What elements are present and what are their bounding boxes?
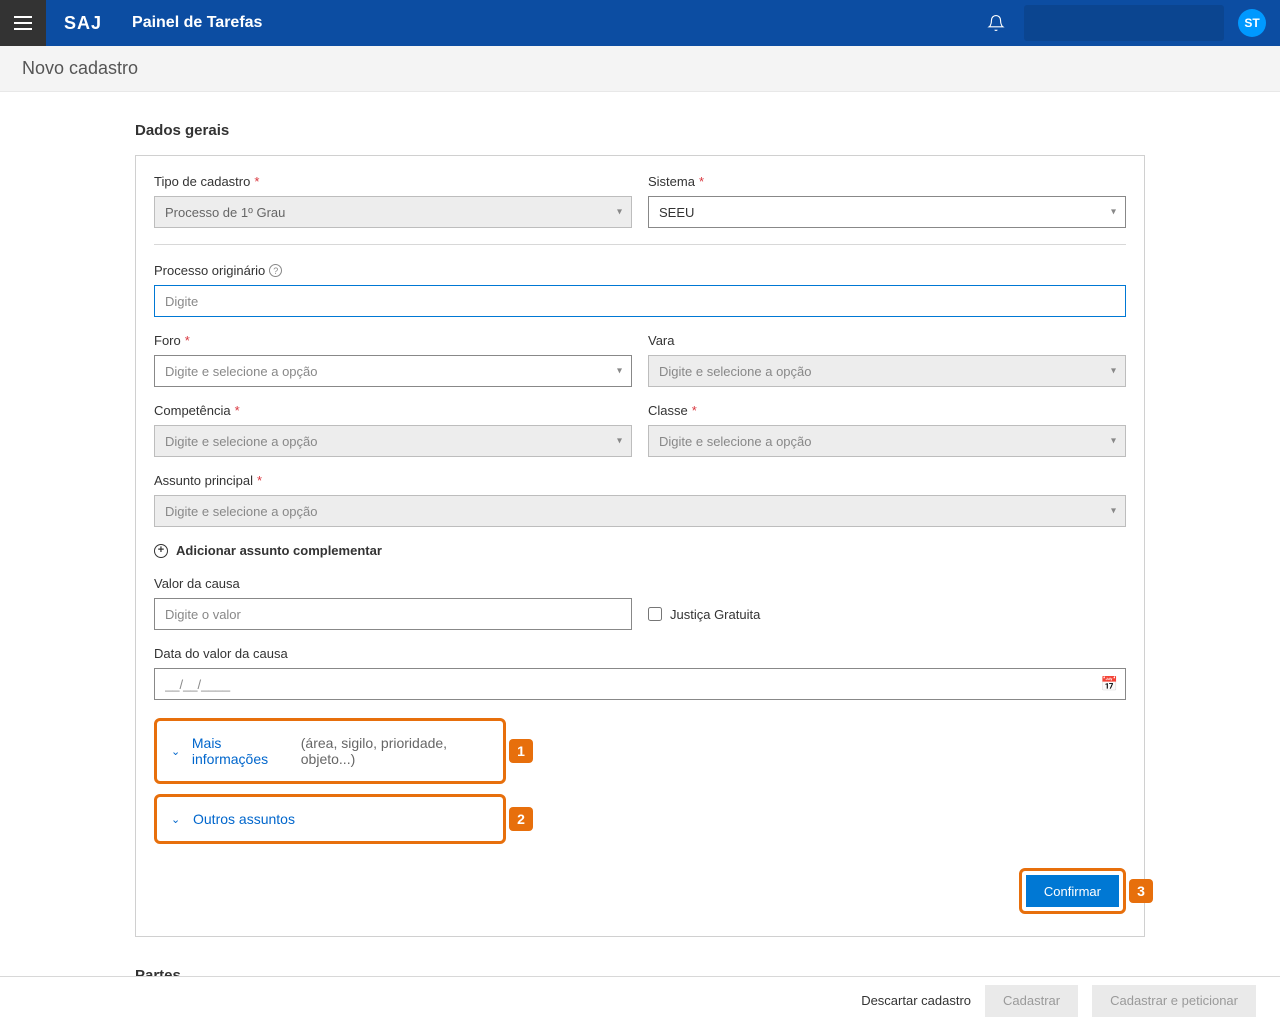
label-foro: Foro* (154, 333, 632, 348)
label-processo-orig: Processo originário? (154, 263, 1126, 278)
select-vara[interactable] (648, 355, 1126, 387)
menu-button[interactable] (0, 0, 46, 46)
input-valor-causa[interactable] (154, 598, 632, 630)
label-valor-causa: Valor da causa (154, 576, 632, 591)
input-processo-orig[interactable] (154, 285, 1126, 317)
confirmar-button[interactable]: Confirmar (1026, 875, 1119, 907)
label-competencia: Competência* (154, 403, 632, 418)
subheader: Novo cadastro (0, 46, 1280, 92)
checkbox-justica-gratuita[interactable] (648, 607, 662, 621)
label-tipo-cadastro: Tipo de cadastro* (154, 174, 632, 189)
header-title: Painel de Tarefas (120, 14, 262, 32)
chevron-down-icon: ⌄ (171, 745, 184, 758)
hamburger-icon (14, 16, 32, 30)
panel-dados-gerais: Tipo de cadastro* ▾ Sistema* ▾ (135, 155, 1145, 937)
label-data-valor: Data do valor da causa (154, 646, 1126, 661)
user-area[interactable] (1024, 5, 1224, 41)
cadastrar-peticionar-button[interactable]: Cadastrar e peticionar (1092, 985, 1256, 1017)
select-sistema[interactable] (648, 196, 1126, 228)
add-assunto-button[interactable]: + Adicionar assunto complementar (154, 543, 1126, 558)
avatar[interactable]: ST (1238, 9, 1266, 37)
expand-mais-informacoes[interactable]: ⌄ Mais informações (área, sigilo, priori… (165, 727, 495, 775)
select-tipo-cadastro[interactable] (154, 196, 632, 228)
label-vara: Vara (648, 333, 1126, 348)
descartar-button[interactable]: Descartar cadastro (861, 993, 971, 1008)
label-sistema: Sistema* (648, 174, 1126, 189)
input-data-valor[interactable] (154, 668, 1126, 700)
bell-icon (987, 14, 1005, 32)
help-icon[interactable]: ? (269, 264, 282, 277)
chevron-down-icon: ⌄ (171, 813, 185, 826)
annotation-badge-2: 2 (509, 807, 533, 831)
logo: SAJ (46, 13, 120, 34)
label-justica-gratuita: Justiça Gratuita (670, 607, 760, 622)
annotation-badge-1: 1 (509, 739, 533, 763)
annotation-badge-3: 3 (1129, 879, 1153, 903)
label-classe: Classe* (648, 403, 1126, 418)
select-foro[interactable] (154, 355, 632, 387)
section-dados-gerais: Dados gerais (135, 122, 1145, 139)
expand-outros-assuntos[interactable]: ⌄ Outros assuntos (165, 803, 495, 835)
select-classe[interactable] (648, 425, 1126, 457)
footer-bar: Descartar cadastro Cadastrar Cadastrar e… (0, 976, 1280, 1024)
notifications-button[interactable] (976, 0, 1016, 46)
page-title: Novo cadastro (22, 58, 138, 79)
app-header: SAJ Painel de Tarefas ST (0, 0, 1280, 46)
label-assunto: Assunto principal* (154, 473, 1126, 488)
select-competencia[interactable] (154, 425, 632, 457)
plus-icon: + (154, 544, 168, 558)
cadastrar-button[interactable]: Cadastrar (985, 985, 1078, 1017)
select-assunto[interactable] (154, 495, 1126, 527)
